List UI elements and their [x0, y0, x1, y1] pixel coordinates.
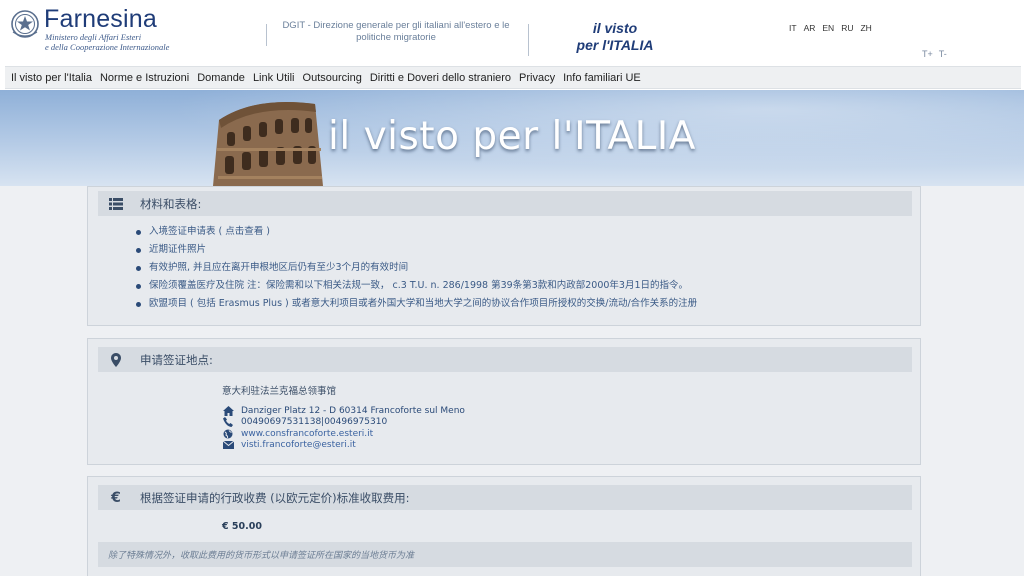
farnesina-logo[interactable]: Farnesina Ministero degli Affari Esteri … — [10, 6, 169, 52]
materials-heading: 材料和表格: — [140, 196, 202, 211]
phone-icon — [222, 417, 234, 428]
lang-en[interactable]: EN — [822, 23, 834, 33]
fees-header: € 根据签证申请的行政收费 (以欧元定价)标准收取费用: — [98, 485, 912, 510]
language-switcher: IT AR EN RU ZH — [789, 23, 872, 33]
nav-item-info-familiari[interactable]: Info familiari UE — [563, 72, 641, 84]
address-text: Danziger Platz 12 - D 60314 Francoforte … — [241, 405, 465, 416]
lang-ar[interactable]: AR — [804, 23, 816, 33]
text-increase-button[interactable]: T+ — [922, 49, 933, 59]
dgit-line-1: DGIT - Direzione generale per gli italia… — [282, 20, 510, 31]
logo-subtitle-1: Ministero degli Affari Esteri — [45, 32, 142, 42]
banner-title: il visto per l'ITALIA — [328, 114, 696, 159]
list-item: 保险须覆盖医疗及住院 注：保险需和以下相关法规一致， c.3 T.U. n. 2… — [136, 277, 697, 295]
contact-list: Danziger Platz 12 - D 60314 Francoforte … — [222, 405, 465, 451]
location-header: 申请签证地点: — [98, 347, 912, 372]
nav-item-outsourcing[interactable]: Outsourcing — [303, 72, 362, 84]
address-row: Danziger Platz 12 - D 60314 Francoforte … — [222, 405, 465, 417]
hero-banner: il visto per l'ITALIA — [0, 90, 1024, 186]
lang-ru[interactable]: RU — [841, 23, 853, 33]
consulate-name: 意大利驻法兰克福总领事馆 — [222, 386, 337, 397]
nav-item-link-utili[interactable]: Link Utili — [253, 72, 295, 84]
logo-brand: Farnesina — [44, 5, 157, 33]
main-nav: Il visto per l'Italia Norme e Istruzioni… — [5, 66, 1021, 89]
italian-emblem-icon — [11, 10, 39, 38]
email-row: visti.francoforte@esteri.it — [222, 440, 465, 452]
envelope-icon — [222, 440, 234, 450]
nav-item-privacy[interactable]: Privacy — [519, 72, 555, 84]
header-divider-2 — [528, 24, 529, 56]
logo-subtitle-2: e della Cooperazione Internazionale — [45, 42, 170, 52]
globe-icon — [222, 429, 234, 439]
email-link[interactable]: visti.francoforte@esteri.it — [241, 440, 356, 450]
materials-list: 入境签证申请表 ( 点击查看 ) 近期证件照片 有效护照, 并且应在离开申根地区… — [136, 223, 697, 313]
header-divider-1 — [266, 24, 267, 46]
nav-item-visto[interactable]: Il visto per l'Italia — [11, 72, 92, 84]
map-marker-icon — [108, 352, 124, 367]
main-content: 材料和表格: 入境签证申请表 ( 点击查看 ) 近期证件照片 有效护照, 并且应… — [0, 186, 1024, 576]
lang-zh[interactable]: ZH — [860, 23, 871, 33]
dgit-label[interactable]: DGIT - Direzione generale per gli italia… — [276, 20, 516, 44]
visto-site-title[interactable]: il visto per l'ITALIA — [560, 20, 670, 54]
fees-card: € 根据签证申请的行政收费 (以欧元定价)标准收取费用: € 50.00 除了特… — [87, 476, 921, 576]
fee-amount: € 50.00 — [222, 521, 262, 532]
fees-note: 除了特殊情况外，收取此费用的货币形式以申请签证所在国家的当地货币为准 — [98, 542, 912, 567]
phone-row: 00490697531138|00496975310 — [222, 417, 465, 429]
list-item: 欧盟项目 ( 包括 Erasmus Plus ) 或者意大利项目或者外国大学和当… — [136, 295, 697, 313]
website-row: www.consfrancoforte.esteri.it — [222, 428, 465, 440]
text-decrease-button[interactable]: T- — [939, 49, 947, 59]
nav-item-norme[interactable]: Norme e Istruzioni — [100, 72, 189, 84]
nav-item-diritti[interactable]: Diritti e Doveri dello straniero — [370, 72, 511, 84]
list-item: 近期证件照片 — [136, 241, 697, 259]
phone-text: 00490697531138|00496975310 — [241, 417, 388, 428]
lang-it[interactable]: IT — [789, 23, 797, 33]
list-icon — [108, 197, 124, 211]
home-icon — [222, 405, 234, 416]
website-link[interactable]: www.consfrancoforte.esteri.it — [241, 429, 373, 439]
euro-icon: € — [111, 489, 121, 506]
nav-item-domande[interactable]: Domande — [197, 72, 245, 84]
materials-card: 材料和表格: 入境签证申请表 ( 点击查看 ) 近期证件照片 有效护照, 并且应… — [87, 186, 921, 326]
visto-title-line-1: il visto — [592, 20, 638, 36]
location-card: 申请签证地点: 意大利驻法兰克福总领事馆 Danziger Platz 12 -… — [87, 338, 921, 465]
list-item[interactable]: 入境签证申请表 ( 点击查看 ) — [136, 223, 697, 241]
materials-header: 材料和表格: — [98, 191, 912, 216]
list-item: 有效护照, 并且应在离开申根地区后仍有至少3个月的有效时间 — [136, 259, 697, 277]
dgit-line-2: politiche migratorie — [356, 32, 436, 43]
visto-title-line-2: per l'ITALIA — [576, 37, 654, 53]
location-heading: 申请签证地点: — [140, 352, 213, 367]
fees-heading: 根据签证申请的行政收费 (以欧元定价)标准收取费用: — [140, 490, 410, 505]
text-size-controls: T+ T- — [922, 49, 947, 59]
site-header: Farnesina Ministero degli Affari Esteri … — [0, 0, 1024, 66]
